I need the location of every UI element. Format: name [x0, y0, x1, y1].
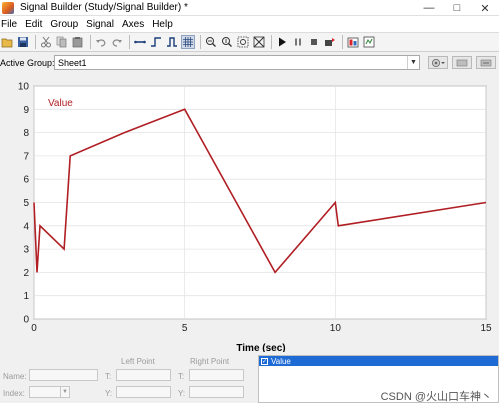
toolbar-separator	[342, 35, 343, 49]
index-label: Index:	[3, 389, 25, 398]
group-settings-button[interactable]	[428, 56, 448, 69]
fit-icon[interactable]	[252, 35, 266, 49]
menu-edit[interactable]: Edit	[25, 19, 47, 30]
toolbar-separator	[271, 35, 272, 49]
close-button[interactable]: ✕	[471, 0, 499, 16]
constant-icon[interactable]	[133, 35, 147, 49]
y-tick-label: 5	[23, 198, 29, 209]
index-select[interactable]: ▼	[29, 386, 70, 398]
pause-icon[interactable]	[291, 35, 305, 49]
pulse-icon[interactable]	[165, 35, 179, 49]
active-group-label: Active Group:	[0, 58, 55, 68]
zoom-y-icon[interactable]	[220, 35, 234, 49]
y-tick-label: 9	[23, 105, 29, 116]
open-icon[interactable]	[0, 35, 14, 49]
active-group-select[interactable]: Sheet1 ▼	[54, 55, 420, 70]
x-tick-label: 10	[330, 323, 342, 334]
window-controls: — □ ✕	[415, 0, 499, 16]
minimize-button[interactable]: —	[415, 0, 443, 16]
signal-list-item[interactable]: ✓ Value	[259, 356, 498, 366]
scope-icon[interactable]	[346, 35, 360, 49]
menu-axes[interactable]: Axes	[122, 19, 149, 30]
y-tick-label: 6	[23, 175, 29, 186]
grid-icon[interactable]	[181, 35, 195, 49]
simulink-icon[interactable]	[323, 35, 337, 49]
toolbar-separator	[35, 35, 36, 49]
zoom-xy-icon[interactable]	[236, 35, 250, 49]
menu-file[interactable]: File	[1, 19, 22, 30]
menu-help[interactable]: Help	[152, 19, 178, 30]
signal-plot-panel: 0 1 2 3 4 5 6 7 8 9 10 0 5 10 15 Value Time (sec)	[0, 74, 499, 357]
chevron-down-icon: ▼	[407, 56, 419, 69]
right-y-field[interactable]	[189, 386, 244, 398]
x-tick-label: 5	[182, 323, 188, 334]
group-delete-button[interactable]	[476, 56, 496, 69]
right-t-field[interactable]	[189, 369, 244, 381]
y-tick-label: 4	[23, 221, 29, 232]
y-tick-label: 10	[18, 82, 30, 93]
maximize-button[interactable]: □	[443, 0, 471, 16]
window-title: Signal Builder (Study/Signal Builder) *	[20, 2, 188, 13]
name-label: Name:	[3, 372, 27, 381]
x-tick-label: 0	[31, 323, 37, 334]
start-icon[interactable]	[275, 35, 289, 49]
redo-icon[interactable]	[110, 35, 124, 49]
signal-chart[interactable]: 0123456789100 5 10 15 Value Time (sec)	[0, 74, 499, 357]
signal-list-item-label: Value	[271, 356, 291, 366]
right-y-label: Y:	[178, 389, 186, 398]
title-bar: Signal Builder (Study/Signal Builder) * …	[0, 0, 499, 16]
zoom-x-icon[interactable]	[204, 35, 218, 49]
help-icon[interactable]	[362, 35, 376, 49]
left-y-label: Y:	[105, 389, 113, 398]
matlab-app-icon	[2, 1, 14, 14]
checkbox-icon[interactable]: ✓	[261, 357, 268, 365]
toolbar-separator	[200, 35, 201, 49]
stop-icon[interactable]	[307, 35, 321, 49]
menu-group[interactable]: Group	[50, 19, 83, 30]
y-tick-label: 1	[23, 291, 29, 302]
right-point-label: Right Point	[190, 357, 230, 366]
save-icon[interactable]	[16, 35, 30, 49]
left-y-field[interactable]	[116, 386, 171, 398]
y-tick-label: 7	[23, 151, 29, 162]
menu-signal[interactable]: Signal	[86, 19, 119, 30]
active-group-value: Sheet1	[58, 57, 87, 68]
y-tick-label: 8	[23, 128, 29, 139]
toolbar-separator	[129, 35, 130, 49]
toolbar-separator	[90, 35, 91, 49]
legend-value: Value	[48, 98, 73, 109]
undo-icon[interactable]	[94, 35, 108, 49]
name-field[interactable]	[29, 369, 98, 381]
active-group-bar: Active Group: Sheet1 ▼	[0, 52, 499, 74]
menu-bar: File Edit Group Signal Axes Help	[0, 16, 499, 32]
y-tick-label: 3	[23, 245, 29, 256]
chevron-down-icon: ▼	[60, 387, 69, 397]
point-edit-panel: Left Point Right Point Name: Index: ▼ T:…	[0, 352, 499, 403]
toolbar	[0, 32, 499, 52]
watermark-text: CSDN @火山口车神丶	[380, 391, 492, 403]
signal-list[interactable]: ✓ Value CSDN @火山口车神丶	[258, 355, 499, 403]
left-point-label: Left Point	[121, 357, 155, 366]
left-t-field[interactable]	[116, 369, 171, 381]
y-tick-label: 0	[23, 315, 29, 326]
left-t-label: T:	[105, 372, 112, 381]
step-icon[interactable]	[149, 35, 163, 49]
copy-icon[interactable]	[55, 35, 69, 49]
cut-icon[interactable]	[39, 35, 53, 49]
y-tick-label: 2	[23, 268, 29, 279]
x-tick-label: 15	[480, 323, 492, 334]
right-t-label: T:	[178, 372, 185, 381]
group-copy-button[interactable]	[452, 56, 472, 69]
paste-icon[interactable]	[71, 35, 85, 49]
